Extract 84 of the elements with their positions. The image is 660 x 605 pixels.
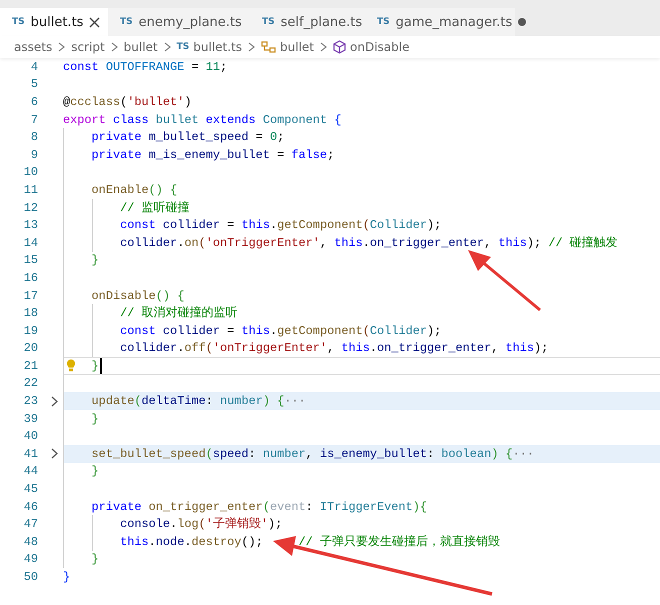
line-number: 12	[22, 200, 38, 215]
line-number: 18	[22, 306, 38, 320]
code-line: const collider = this.getComponent(Collider);	[120, 218, 442, 232]
code-line: const OUTOFFRANGE = 11;	[63, 60, 228, 74]
text-cursor	[100, 358, 102, 374]
line-number: 10	[22, 165, 38, 180]
code-line: update(deltaTime: number) {···	[92, 394, 306, 408]
code-line: }	[92, 464, 99, 478]
line-number: 48	[22, 534, 38, 549]
line-number: 13	[22, 218, 38, 232]
line-number: 7	[30, 112, 38, 127]
line-number: 39	[22, 412, 38, 426]
code-line: private on_trigger_enter(event: ITriggerEvent){	[92, 500, 427, 514]
line-number: 22	[22, 376, 38, 390]
chevron-right-icon[interactable]	[51, 396, 58, 407]
line-number: 11	[22, 182, 38, 197]
editor-tab[interactable]: TS bullet.ts	[0, 8, 108, 36]
unsaved-dot-icon	[518, 18, 526, 26]
line-number: 47	[22, 517, 38, 532]
chevron-right-icon[interactable]	[51, 448, 58, 460]
tab-label: game_manager.ts	[396, 14, 512, 30]
line-number: 40	[22, 429, 38, 444]
line-number: 45	[22, 482, 38, 496]
code-line: // 监听碰撞	[120, 200, 190, 216]
line-number: 19	[22, 324, 38, 338]
breadcrumb-item[interactable]: script	[71, 40, 105, 54]
code-line: }	[92, 253, 99, 268]
line-number: 20	[22, 341, 38, 356]
chevron-right-icon	[248, 42, 256, 52]
code-line: collider.on('onTriggerEnter', this.on_trigger_enter, this); // 碰撞触发	[120, 234, 618, 251]
line-number: 17	[22, 288, 38, 303]
cube-icon	[333, 40, 346, 54]
code-line: }	[92, 412, 99, 426]
tab-label: bullet.ts	[30, 14, 84, 30]
line-number: 46	[22, 500, 38, 514]
line-number: 14	[22, 236, 38, 250]
code-line: }	[92, 358, 99, 373]
code-line: private m_bullet_speed = 0;	[92, 130, 284, 144]
editor-tab[interactable]: TS self_plane.ts	[250, 8, 365, 36]
code-line: set_bullet_speed(speed: number, is_enemy_bullet: boolean) {···	[92, 446, 534, 461]
code-line: // 取消对碰撞的监听	[120, 305, 238, 322]
code-line: console.log('子弹销毁');	[120, 516, 282, 532]
code-line: }	[63, 570, 70, 584]
tab-label: self_plane.ts	[280, 14, 362, 30]
line-number: 16	[22, 270, 38, 285]
code-line: onEnable() {	[92, 182, 178, 197]
breadcrumb-item[interactable]: assets	[14, 40, 52, 54]
close-icon	[89, 16, 100, 28]
chevron-right-icon	[110, 42, 118, 52]
typescript-file-icon: TS	[377, 17, 390, 27]
typescript-file-icon: TS	[12, 17, 25, 27]
breadcrumb-item[interactable]: onDisable	[350, 40, 410, 54]
class-icon	[261, 40, 276, 54]
breadcrumb-item[interactable]: bullet	[280, 40, 314, 54]
line-number: 15	[22, 253, 38, 268]
code-line: export class bullet extends Component {	[63, 112, 342, 127]
code-line: onDisable() {	[92, 288, 184, 303]
typescript-file-icon: TS	[262, 17, 275, 27]
line-number: 4	[30, 60, 38, 74]
code-line: collider.off('onTriggerEnter', this.on_trigger_enter, this);	[120, 341, 548, 356]
line-number: 6	[30, 94, 38, 109]
typescript-file-icon: TS	[176, 42, 190, 52]
line-number: 23	[22, 394, 38, 408]
code-line: const collider = this.getComponent(Collider);	[120, 324, 442, 338]
code-line: this.node.destroy(); // 子弹只要发生碰撞后，就直接销毁	[120, 534, 500, 550]
tab-label: enemy_plane.ts	[138, 14, 242, 30]
code-line: @ccclass('bullet')	[63, 94, 192, 109]
line-number: 49	[22, 552, 38, 566]
line-number: 50	[22, 570, 38, 584]
typescript-file-icon: TS	[120, 17, 133, 27]
editor-tab[interactable]: TS enemy_plane.ts	[108, 8, 250, 36]
code-line: }	[92, 552, 99, 566]
line-number: 8	[30, 130, 38, 144]
line-number: 44	[22, 464, 38, 478]
code-line: private m_is_enemy_bullet = false;	[92, 148, 334, 162]
breadcrumb-item[interactable]: bullet	[124, 40, 158, 54]
chevron-right-icon	[58, 42, 66, 52]
line-number: 21	[22, 358, 38, 373]
line-number: 9	[30, 148, 38, 162]
chevron-right-icon	[164, 42, 171, 52]
chevron-right-icon	[320, 42, 327, 52]
line-number: 41	[22, 446, 38, 461]
line-number: 5	[30, 77, 38, 92]
breadcrumb-item[interactable]: bullet.ts	[193, 40, 242, 54]
